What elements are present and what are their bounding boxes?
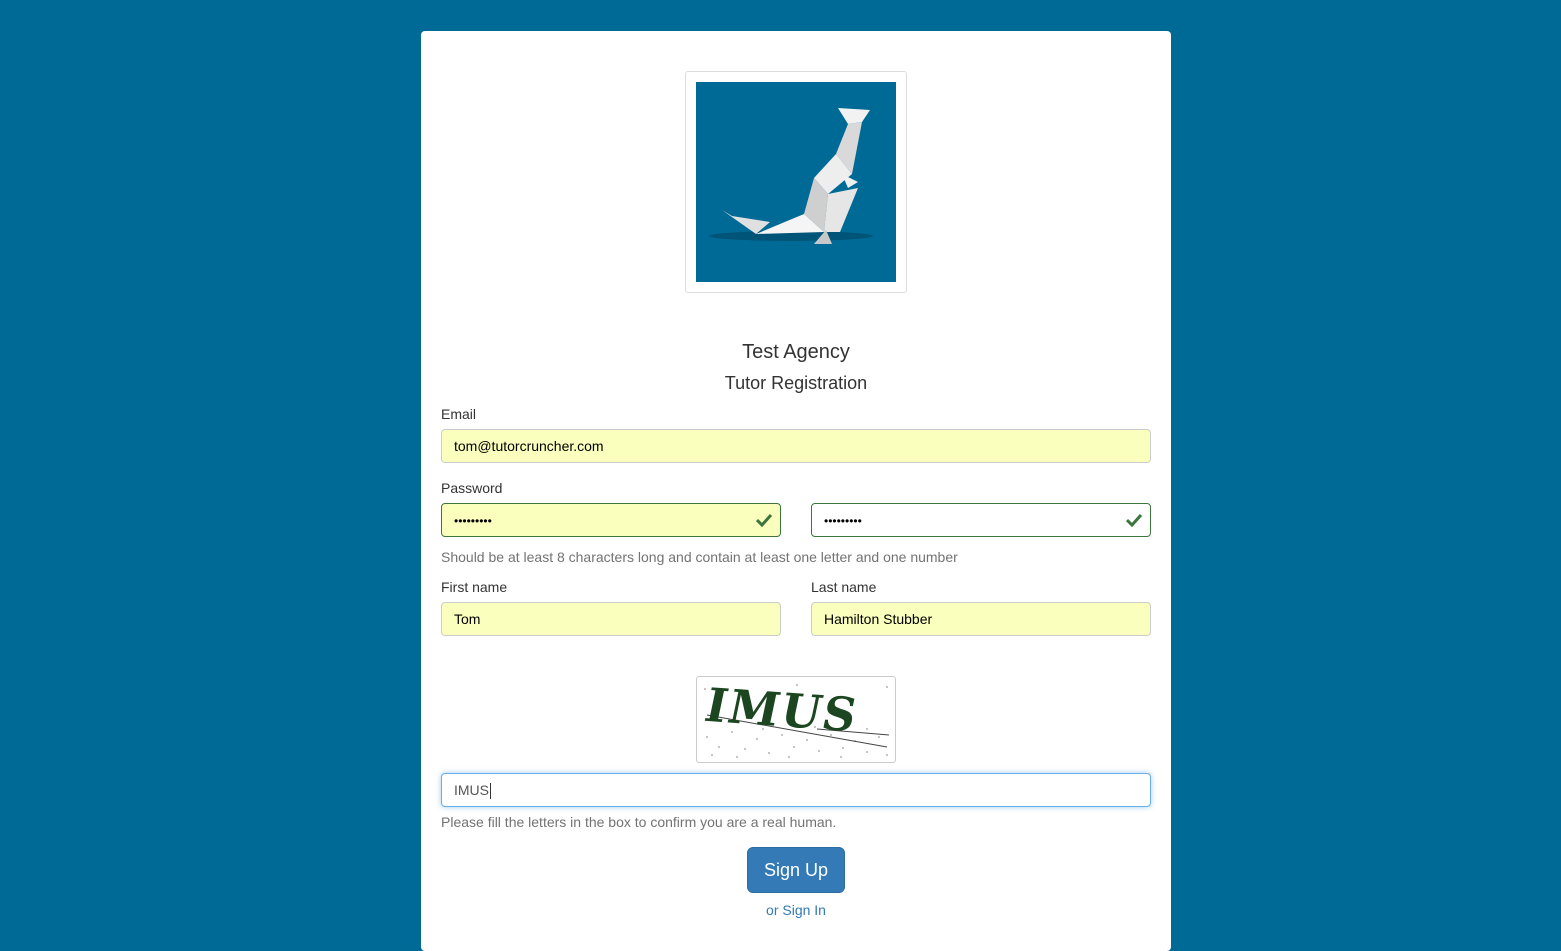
sign-in-link[interactable]: or Sign In <box>421 902 1171 918</box>
check-icon <box>1126 513 1142 527</box>
captcha-help: Please fill the letters in the box to co… <box>441 814 837 830</box>
first-name-field[interactable]: Tom <box>441 602 781 636</box>
captcha-input-value: IMUS <box>454 782 489 798</box>
password-confirm-field[interactable]: ••••••••• <box>811 503 1151 537</box>
registration-card: Test Agency Tutor Registration Email tom… <box>421 31 1171 951</box>
captcha-image: IMUS <box>696 676 896 763</box>
email-label: Email <box>441 406 477 422</box>
first-name-label: First name <box>441 579 508 595</box>
captcha-text: IMUS <box>700 677 864 743</box>
password-help: Should be at least 8 characters long and… <box>441 549 958 565</box>
agency-name: Test Agency <box>742 341 850 363</box>
last-name-label: Last name <box>811 579 877 595</box>
sign-up-button[interactable]: Sign Up <box>747 847 845 893</box>
page-title: Tutor Registration <box>724 373 868 393</box>
password-label: Password <box>441 480 503 496</box>
check-icon <box>756 513 772 527</box>
agency-logo <box>685 71 907 293</box>
password-value: ••••••••• <box>454 514 492 528</box>
password-confirm-value: ••••••••• <box>824 514 862 528</box>
captcha-input[interactable]: IMUS <box>441 773 1151 807</box>
password-field[interactable]: ••••••••• <box>441 503 781 537</box>
text-cursor <box>490 783 491 800</box>
email-field[interactable]: tom@tutorcruncher.com <box>441 429 1151 463</box>
last-name-field[interactable]: Hamilton Stubber <box>811 602 1151 636</box>
origami-dinosaur-logo-icon <box>696 82 896 282</box>
